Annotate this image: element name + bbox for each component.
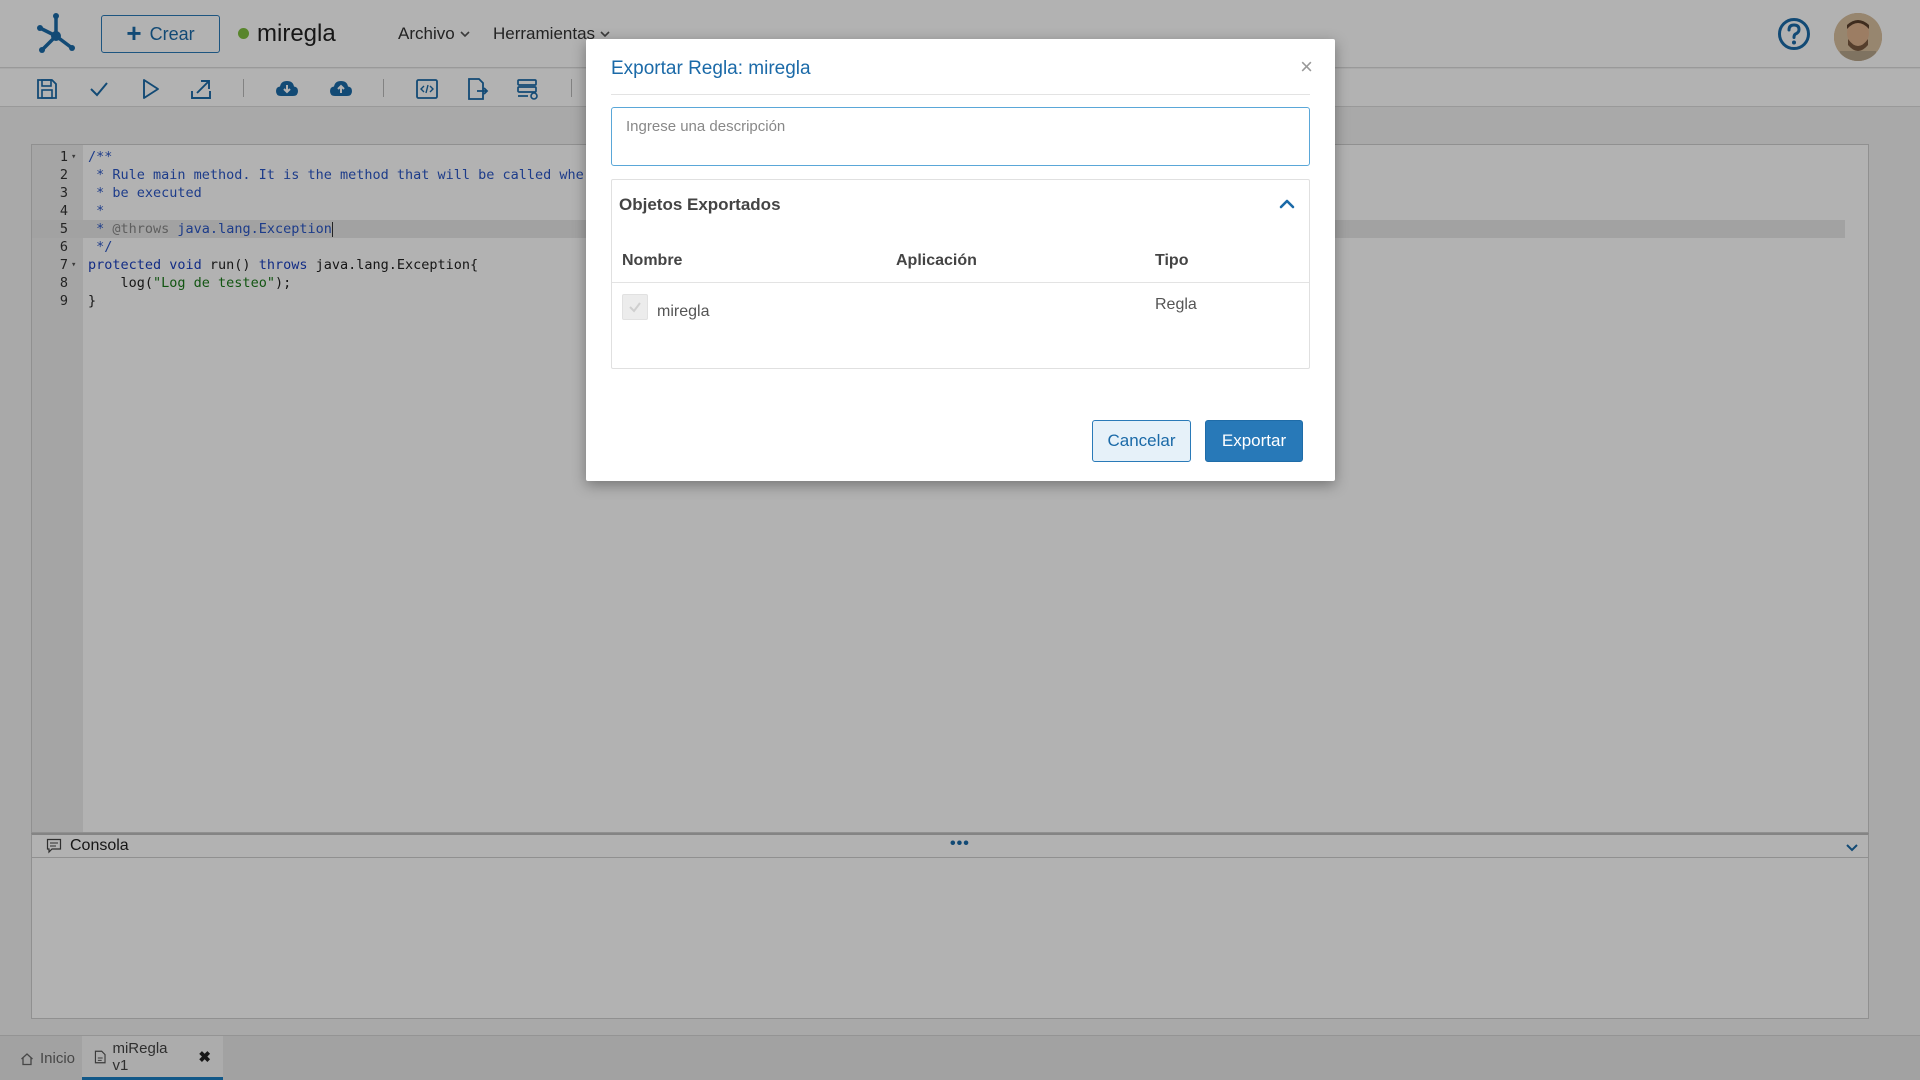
export-dialog: Exportar Regla: miregla × Objetos Export…	[586, 39, 1335, 481]
description-input[interactable]	[611, 107, 1310, 166]
row-name: miregla	[657, 303, 710, 320]
exported-objects-panel: Objetos Exportados Nombre Aplicación Tip…	[611, 179, 1310, 369]
export-button[interactable]: Exportar	[1205, 420, 1303, 462]
column-header-type[interactable]: Tipo	[1155, 252, 1188, 270]
check-icon	[629, 302, 641, 313]
row-type: Regla	[1155, 296, 1197, 313]
close-icon[interactable]: ×	[1300, 56, 1313, 78]
exported-objects-title: Objetos Exportados	[619, 195, 781, 214]
dialog-divider	[611, 94, 1310, 95]
row-checkbox[interactable]	[622, 294, 648, 320]
column-header-application[interactable]: Aplicación	[896, 252, 977, 270]
table-header-divider	[612, 282, 1309, 283]
dialog-title: Exportar Regla: miregla	[611, 58, 811, 79]
chevron-up-icon[interactable]	[1277, 194, 1297, 214]
column-header-name[interactable]: Nombre	[622, 252, 682, 270]
cancel-button[interactable]: Cancelar	[1092, 420, 1191, 462]
